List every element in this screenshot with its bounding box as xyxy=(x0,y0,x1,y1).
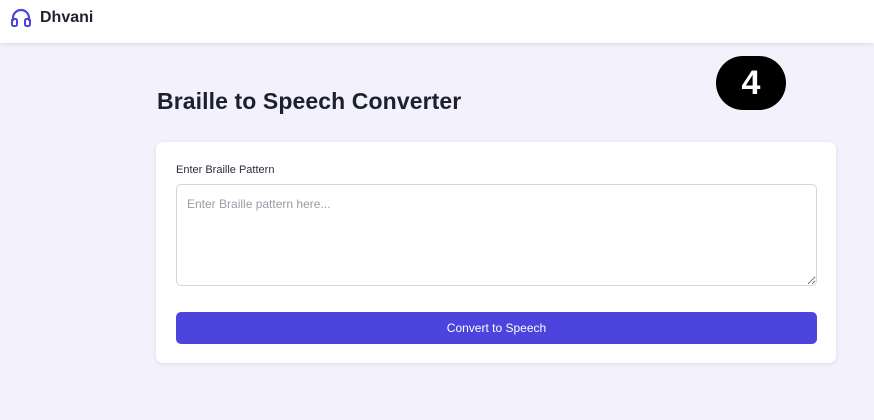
page-title: Braille to Speech Converter xyxy=(157,88,462,114)
convert-to-speech-button[interactable]: Convert to Speech xyxy=(176,312,817,344)
brand-name: Dhvani xyxy=(40,8,94,26)
brand-logo-link[interactable]: Dhvani xyxy=(10,8,93,28)
top-navbar: Dhvani xyxy=(0,0,874,43)
headphones-icon xyxy=(10,8,32,28)
braille-input-label: Enter Braille Pattern xyxy=(176,164,275,176)
step-number-badge: 4 xyxy=(716,56,786,110)
braille-pattern-input[interactable] xyxy=(176,184,817,286)
converter-card: Enter Braille Pattern Convert to Speech xyxy=(156,142,836,363)
